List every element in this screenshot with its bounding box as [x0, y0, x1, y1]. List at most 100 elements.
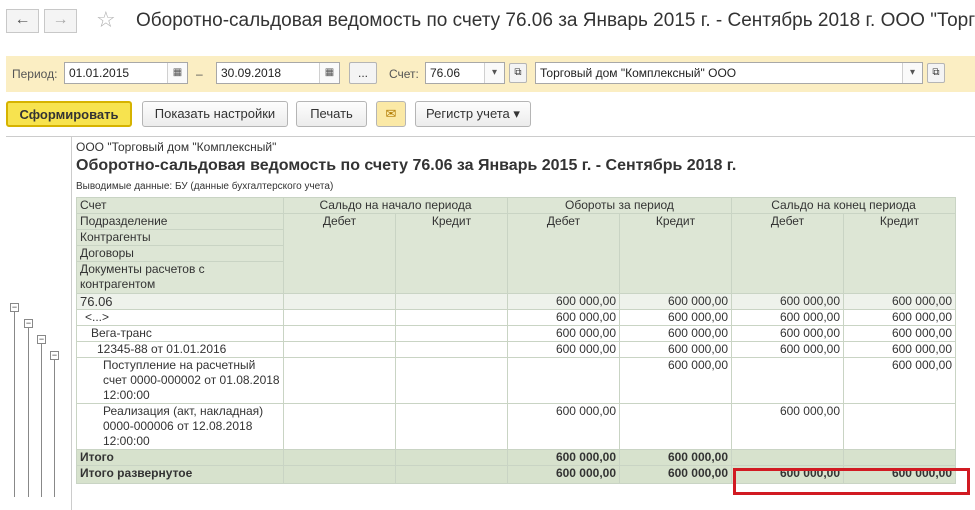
open-icon: ⧉ [932, 67, 940, 78]
open-icon: ⧉ [514, 67, 522, 78]
cell-turnover-credit: 600 000,00 [619, 341, 732, 358]
report-table: Счет Сальдо на начало периода Обороты за… [76, 197, 956, 484]
chevron-down-icon[interactable]: ▾ [902, 63, 922, 83]
cell-opening-debit [283, 309, 396, 326]
header-debit: Дебет [283, 213, 396, 294]
period-dash: – [196, 67, 203, 81]
date-from-value: 01.01.2015 [69, 66, 130, 80]
report-organization: ООО "Торговый дом "Комплексный" [76, 140, 277, 154]
collapse-icon[interactable]: − [50, 351, 59, 360]
cell-turnover-credit: 600 000,00 [619, 325, 732, 342]
cell-opening-debit [283, 341, 396, 358]
collapse-icon[interactable]: − [24, 319, 33, 328]
header-opening: Сальдо на начало периода [283, 197, 508, 214]
window-title: Оборотно-сальдовая ведомость по счету 76… [136, 10, 975, 31]
account-field[interactable]: 76.06 ▾ [425, 62, 505, 84]
collapse-icon[interactable]: − [10, 303, 19, 312]
header-row: Счет Сальдо на начало периода Обороты за… [76, 197, 956, 214]
table-row[interactable]: Вега-транс 600 000,00 600 000,00 600 000… [76, 325, 956, 342]
table-row[interactable]: <...> 600 000,00 600 000,00 600 000,00 6… [76, 309, 956, 326]
cell-closing-credit: 600 000,00 [843, 293, 956, 310]
register-label: Регистр учета [426, 106, 510, 121]
cell-closing-credit: 600 000,00 [843, 309, 956, 326]
cell-opening-credit [395, 341, 508, 358]
account-label: Счет: [389, 67, 419, 81]
cell-closing-debit: 600 000,00 [731, 403, 844, 450]
cell-closing-credit [843, 403, 956, 450]
cell-opening-credit [395, 403, 508, 450]
cell-turnover-debit: 600 000,00 [507, 325, 620, 342]
report-output-data: Выводимые данные: БУ (данные бухгалтерск… [76, 181, 334, 192]
header-credit: Кредит [843, 213, 956, 294]
total-label: Итого [76, 449, 284, 466]
row-account: 76.06 [76, 293, 284, 310]
cell-closing-debit [731, 449, 844, 466]
row-document: Реализация (акт, накладная) 0000-000006 … [76, 403, 284, 450]
cell-opening-debit [283, 403, 396, 450]
cell-turnover-credit: 600 000,00 [619, 357, 732, 404]
cell-closing-debit [731, 357, 844, 404]
calendar-icon[interactable]: ▦ [319, 63, 339, 83]
tree-line [41, 339, 42, 497]
header-account: Счет [76, 197, 284, 214]
cell-turnover-debit: 600 000,00 [507, 449, 620, 466]
cell-closing-credit: 600 000,00 [843, 341, 956, 358]
row-contract: 12345-88 от 01.01.2016 [76, 341, 284, 358]
row-counterparty: Вега-транс [76, 325, 284, 342]
row-subdivision: <...> [76, 309, 284, 326]
cell-closing-debit: 600 000,00 [731, 293, 844, 310]
star-icon[interactable]: ☆ [96, 7, 116, 33]
date-to-field[interactable]: 30.09.2018 ▦ [216, 62, 340, 84]
send-email-button[interactable]: ✉ [376, 101, 406, 127]
forward-button[interactable]: → [44, 9, 77, 33]
cell-opening-credit [395, 357, 508, 404]
print-button[interactable]: Печать [296, 101, 367, 127]
report-area: − − − − ООО "Торговый дом "Комплексный" … [6, 136, 975, 510]
back-button[interactable]: ← [6, 9, 39, 33]
tree-line [28, 323, 29, 497]
generate-button[interactable]: Сформировать [6, 101, 132, 127]
account-value: 76.06 [430, 66, 461, 80]
cell-turnover-debit: 600 000,00 [507, 403, 620, 450]
show-settings-button[interactable]: Показать настройки [142, 101, 288, 127]
header-debit: Дебет [731, 213, 844, 294]
cell-closing-debit: 600 000,00 [731, 309, 844, 326]
open-organization-button[interactable]: ⧉ [927, 63, 945, 83]
parameters-panel: Период: 01.01.2015 ▦ – 30.09.2018 ▦ ... … [6, 56, 975, 92]
chevron-down-icon: ▾ [513, 106, 520, 121]
period-select-button[interactable]: ... [349, 62, 377, 84]
date-from-field[interactable]: 01.01.2015 ▦ [64, 62, 188, 84]
header-turnover: Обороты за период [507, 197, 732, 214]
cell-opening-credit [395, 465, 508, 484]
calendar-icon[interactable]: ▦ [167, 63, 187, 83]
cell-turnover-credit [619, 403, 732, 450]
cell-turnover-credit: 600 000,00 [619, 465, 732, 484]
period-label: Период: [12, 67, 58, 81]
table-row[interactable]: Реализация (акт, накладная) 0000-000006 … [76, 403, 956, 450]
cell-opening-credit [395, 449, 508, 466]
row-document: Поступление на расчетный счет 0000-00000… [76, 357, 284, 404]
header-contracts: Договоры [76, 245, 284, 262]
cell-opening-debit [283, 465, 396, 484]
table-row[interactable]: 76.06 600 000,00 600 000,00 600 000,00 6… [76, 293, 956, 310]
header-row: Подразделение Дебет Кредит Дебет Кредит … [76, 213, 956, 294]
cell-closing-credit: 600 000,00 [843, 357, 956, 404]
highlight-box [733, 468, 970, 495]
arrow-left-icon: ← [14, 11, 31, 28]
table-row[interactable]: 12345-88 от 01.01.2016 600 000,00 600 00… [76, 341, 956, 358]
header-subdivision: Подразделение [76, 213, 284, 230]
tree-line [14, 307, 15, 497]
arrow-right-icon: → [52, 11, 69, 28]
total-row[interactable]: Итого 600 000,00 600 000,00 [76, 449, 956, 466]
table-row[interactable]: Поступление на расчетный счет 0000-00000… [76, 357, 956, 404]
cell-turnover-debit: 600 000,00 [507, 309, 620, 326]
open-account-button[interactable]: ⧉ [509, 63, 527, 83]
chevron-down-icon[interactable]: ▾ [484, 63, 504, 83]
collapse-icon[interactable]: − [37, 335, 46, 344]
header-credit: Кредит [395, 213, 508, 294]
register-button[interactable]: Регистр учета ▾ [415, 101, 531, 127]
organization-field[interactable]: Торговый дом "Комплексный" ООО ▾ [535, 62, 923, 84]
cell-turnover-debit: 600 000,00 [507, 293, 620, 310]
title-bar: ← → ☆ Оборотно-сальдовая ведомость по сч… [0, 0, 975, 44]
report-title: Оборотно-сальдовая ведомость по счету 76… [76, 157, 737, 174]
